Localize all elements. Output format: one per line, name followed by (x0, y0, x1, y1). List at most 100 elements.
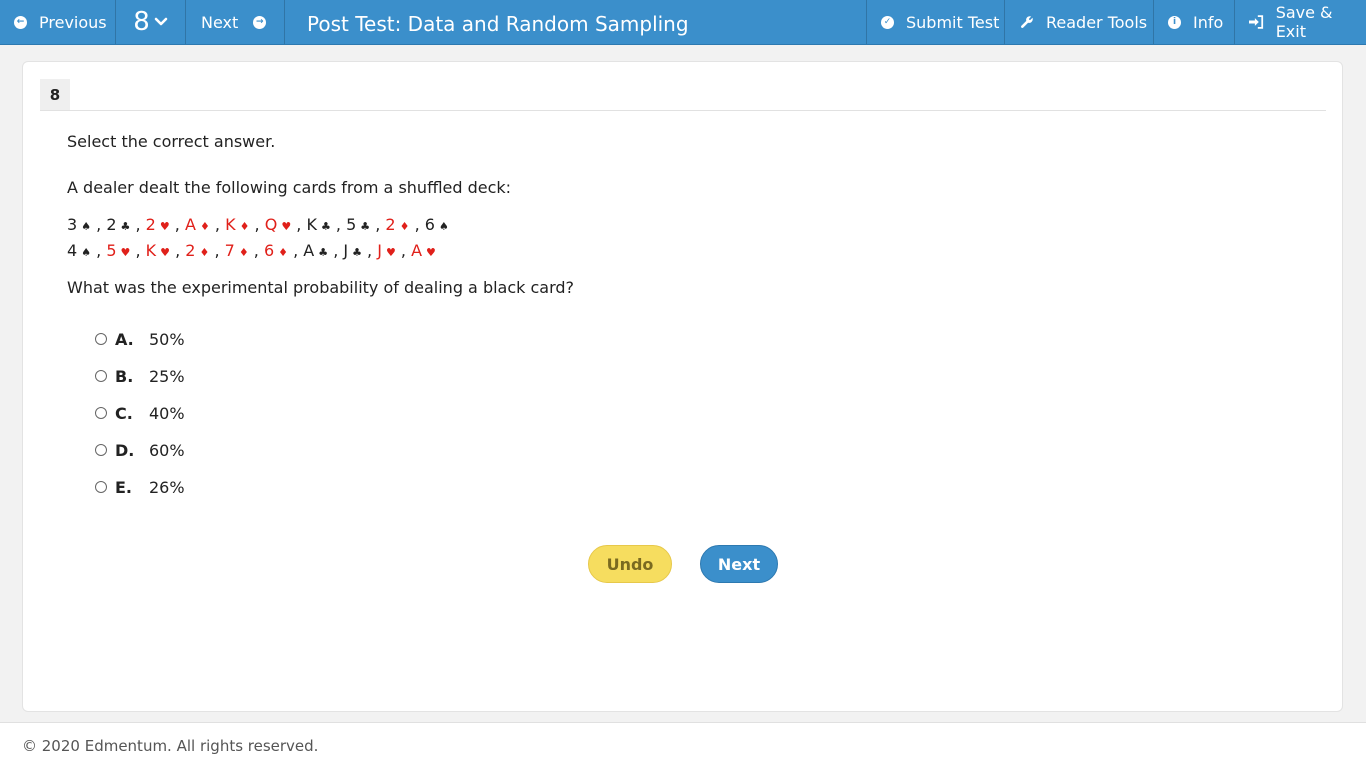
card-suit-icon: ♠ (81, 220, 92, 233)
copyright-text: © 2020 Edmentum. All rights reserved. (22, 737, 319, 755)
card-separator: , (91, 215, 107, 234)
answer-option-a[interactable]: A. 50% (95, 328, 185, 350)
card-separator: , (209, 215, 226, 234)
arrow-right-circle-icon: → (253, 15, 267, 29)
card-rank: A (303, 241, 315, 260)
card-separator: , (249, 215, 265, 234)
card-rank: J (377, 241, 382, 260)
radio-button[interactable] (95, 444, 107, 456)
card-suit-icon: ♥ (281, 220, 292, 233)
card-rank: K (306, 215, 317, 234)
card-rank: 5 (346, 215, 357, 234)
playing-card: J ♥ (377, 241, 396, 260)
card-rank: 7 (224, 241, 235, 260)
question-prompt: A dealer dealt the following cards from … (67, 178, 512, 197)
card-separator: , (170, 241, 186, 260)
card-rank: 4 (67, 241, 78, 260)
answer-option-d[interactable]: D. 60% (95, 439, 185, 461)
option-text: 40% (149, 403, 185, 423)
reader-tools-button[interactable]: Reader Tools (1004, 0, 1153, 44)
playing-card: 2 ♣ (106, 215, 130, 234)
option-letter: C. (115, 403, 133, 423)
card-separator: , (248, 241, 264, 260)
reader-tools-label: Reader Tools (1046, 12, 1148, 32)
card-suit-icon: ♥ (385, 246, 396, 259)
option-letter: D. (115, 440, 135, 460)
instruction-text: Select the correct answer. (67, 132, 276, 151)
card-rank: 2 (145, 215, 156, 234)
question-number-badge: 8 (40, 79, 70, 110)
playing-card: 2 ♦ (185, 241, 209, 260)
answer-option-b[interactable]: B. 25% (95, 365, 185, 387)
playing-card: K ♣ (306, 215, 330, 234)
card-suit-icon: ♥ (426, 246, 436, 259)
card-suit-icon: ♦ (238, 246, 249, 259)
radio-button[interactable] (95, 407, 107, 419)
card-suit-icon: ♣ (320, 220, 331, 233)
submit-test-button[interactable]: ✓ Submit Test (866, 0, 1004, 44)
top-toolbar: ← Previous 8 Next → Post Test: Data and … (0, 0, 1366, 45)
card-separator: , (130, 241, 146, 260)
playing-card: 4 ♠ (67, 241, 91, 260)
dealt-cards-row-2: 4 ♠ , 5 ♥ , K ♥ , 2 ♦ , 7 ♦ , 6 ♦ , A ♣ , J ♣ , … (67, 241, 436, 260)
playing-card: 5 ♣ (346, 215, 370, 234)
card-separator: , (169, 215, 185, 234)
save-exit-button[interactable]: Save & Exit (1234, 0, 1366, 44)
card-separator: , (288, 241, 304, 260)
option-letter: E. (115, 477, 133, 497)
footer: © 2020 Edmentum. All rights reserved. (0, 722, 1366, 769)
card-suit-icon: ♥ (120, 246, 131, 259)
playing-card: 5 ♥ (106, 241, 130, 260)
card-rank: 2 (385, 215, 396, 234)
card-suit-icon: ♦ (399, 220, 410, 233)
card-separator: , (291, 215, 307, 234)
card-rank: 5 (106, 241, 117, 260)
playing-card: J ♣ (343, 241, 362, 260)
test-title: Post Test: Data and Random Sampling (307, 12, 689, 36)
card-separator: , (361, 241, 378, 260)
next-label: Next (201, 12, 239, 32)
radio-button[interactable] (95, 370, 107, 382)
playing-card: K ♦ (225, 215, 249, 234)
card-rank: 6 (424, 215, 435, 234)
next-question-button[interactable]: Next → (186, 0, 285, 44)
sign-out-icon (1249, 15, 1264, 29)
info-button[interactable]: i Info (1153, 0, 1234, 44)
question-number-display: 8 (133, 7, 150, 37)
card-suit-icon: ♥ (159, 220, 170, 233)
answer-option-e[interactable]: E. 26% (95, 476, 185, 498)
dealt-cards-row-1: 3 ♠ , 2 ♣ , 2 ♥ , A ♦ , K ♦ , Q ♥ , K ♣ , 5 ♣ , … (67, 215, 449, 234)
radio-button[interactable] (95, 481, 107, 493)
card-separator: , (209, 241, 225, 260)
next-button[interactable]: Next (700, 545, 778, 583)
playing-card: A ♥ (411, 241, 436, 260)
playing-card: 7 ♦ (225, 241, 249, 260)
card-suit-icon: ♣ (352, 246, 362, 259)
card-separator: , (130, 215, 146, 234)
card-rank: A (411, 241, 423, 260)
card-separator: , (409, 215, 425, 234)
playing-card: K ♥ (146, 241, 170, 260)
card-separator: , (395, 241, 412, 260)
card-rank: 2 (106, 215, 117, 234)
card-suit-icon: ♦ (199, 220, 210, 233)
question-number-dropdown[interactable]: 8 (116, 0, 186, 44)
card-rank: J (343, 241, 349, 260)
card-rank: A (184, 215, 196, 234)
playing-card: Q ♥ (265, 215, 291, 234)
card-separator: , (370, 215, 386, 234)
playing-card: 6 ♠ (425, 215, 449, 234)
card-separator: , (91, 241, 107, 260)
card-rank: K (145, 241, 157, 260)
previous-button[interactable]: ← Previous (0, 0, 116, 44)
card-suit-icon: ♠ (81, 246, 92, 259)
playing-card: 2 ♦ (385, 215, 409, 234)
undo-button[interactable]: Undo (588, 545, 672, 583)
card-rank: 3 (67, 215, 78, 234)
wrench-icon (1021, 16, 1033, 28)
card-rank: 2 (185, 241, 196, 260)
option-text: 26% (149, 477, 185, 497)
radio-button[interactable] (95, 333, 107, 345)
answer-option-c[interactable]: C. 40% (95, 402, 185, 424)
option-letter: A. (115, 329, 134, 349)
